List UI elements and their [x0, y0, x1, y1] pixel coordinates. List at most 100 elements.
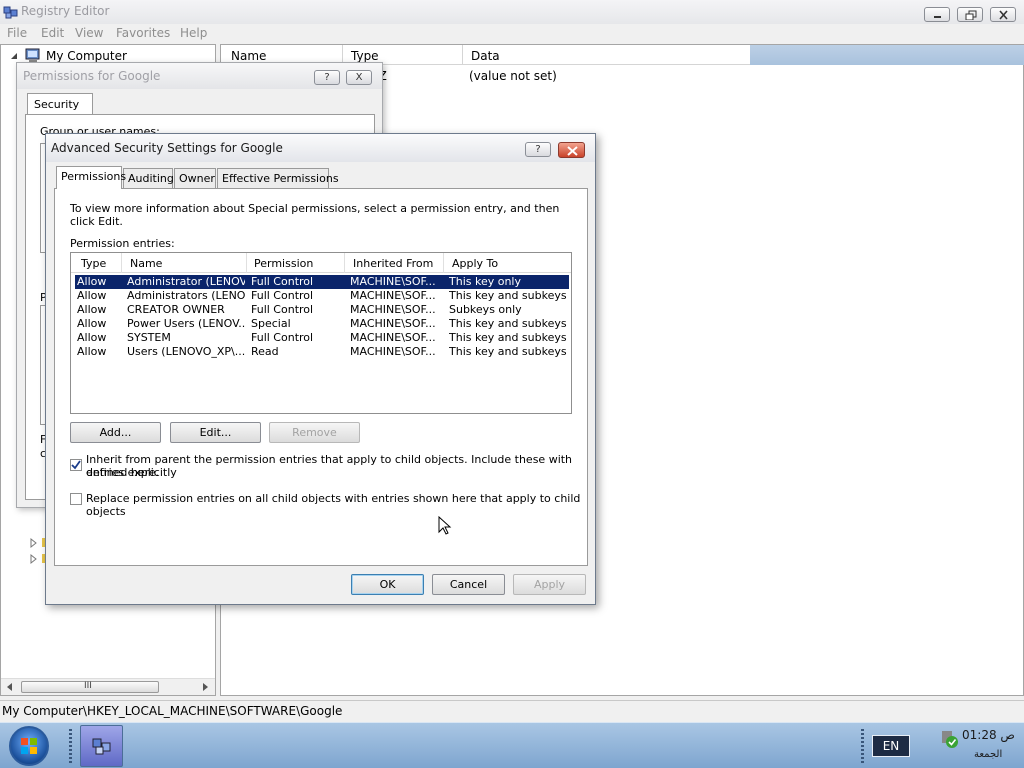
taskbar-separator[interactable] — [69, 729, 72, 763]
header-highlight-band — [750, 45, 1024, 65]
entry-permission: Full Control — [251, 331, 314, 344]
tab-permissions[interactable]: Permissions — [56, 166, 126, 189]
table-row[interactable]: Allow SYSTEM Full Control MACHINE\SOF...… — [75, 331, 569, 345]
status-bar: My Computer\HKEY_LOCAL_MACHINE\SOFTWARE\… — [0, 700, 1024, 722]
entry-inherited-from: MACHINE\SOF... — [350, 317, 436, 330]
entry-apply-to: This key and subkeys — [449, 345, 567, 358]
entry-permission: Full Control — [251, 289, 314, 302]
replace-checkbox[interactable] — [70, 493, 82, 505]
column-apply-to[interactable]: Apply To — [452, 257, 498, 270]
entry-name: Administrators (LENO... — [127, 289, 245, 302]
taskbar-separator[interactable] — [861, 729, 864, 763]
entry-type: Allow — [77, 275, 107, 288]
menu-favorites[interactable]: Favorites — [116, 26, 170, 40]
clock-time[interactable]: 01:28 ص — [962, 728, 1015, 742]
scroll-thumb[interactable]: III — [21, 681, 159, 693]
permissions-title: Permissions for Google — [23, 69, 161, 83]
table-row[interactable]: Allow Users (LENOVO_XP\... Read MACHINE\… — [75, 345, 569, 359]
tab-effective-permissions[interactable]: Effective Permissions — [217, 168, 339, 188]
entry-permission: Special — [251, 317, 291, 330]
tab-owner[interactable]: Owner — [174, 168, 216, 188]
column-type[interactable]: Type — [351, 49, 379, 63]
restore-button[interactable] — [957, 7, 983, 22]
menu-view[interactable]: View — [75, 26, 103, 40]
menu-edit[interactable]: Edit — [41, 26, 64, 40]
inherit-checkbox-label-line1[interactable]: Inherit from parent the permission entri… — [86, 453, 587, 479]
advanced-title: Advanced Security Settings for Google — [51, 141, 283, 155]
language-indicator[interactable]: EN — [872, 735, 910, 757]
advanced-help-button[interactable]: ? — [525, 142, 551, 157]
permissions-title-bar[interactable]: Permissions for Google ? X — [17, 63, 382, 89]
apply-button[interactable]: Apply — [513, 574, 586, 595]
entry-permission: Full Control — [251, 303, 314, 316]
registry-title: Registry Editor — [21, 4, 110, 18]
scroll-left-icon[interactable] — [6, 683, 14, 691]
entry-apply-to: This key and subkeys — [449, 317, 567, 330]
ok-button[interactable]: OK — [351, 574, 424, 595]
windows-logo-icon — [21, 738, 37, 754]
registry-app-icon — [3, 6, 18, 19]
entry-name: CREATOR OWNER — [127, 303, 225, 316]
inherit-checkbox-label-line2[interactable]: defined here. — [86, 466, 159, 479]
entry-permission: Read — [251, 345, 279, 358]
tab-security[interactable]: Security — [27, 93, 93, 115]
close-icon — [567, 146, 578, 156]
scroll-thumb-grip: III — [84, 681, 92, 691]
table-row[interactable]: Allow Power Users (LENOV... Special MACH… — [75, 317, 569, 331]
edit-button[interactable]: Edit... — [170, 422, 261, 443]
value-data-cell[interactable]: (value not set) — [469, 69, 557, 83]
add-button[interactable]: Add... — [70, 422, 161, 443]
column-data[interactable]: Data — [471, 49, 500, 63]
minimize-button[interactable] — [924, 7, 950, 22]
column-name[interactable]: Name — [231, 49, 266, 63]
table-row[interactable]: Allow Administrator (LENOV... Full Contr… — [75, 275, 569, 289]
cancel-button[interactable]: Cancel — [432, 574, 505, 595]
entry-apply-to: Subkeys only — [449, 303, 522, 316]
column-separator[interactable] — [443, 253, 444, 273]
tree-root-label: My Computer — [46, 49, 127, 63]
permissions-close-button[interactable]: X — [346, 70, 372, 85]
scroll-right-icon[interactable] — [202, 683, 210, 691]
taskbar: EN 01:28 ص الجمعة — [0, 722, 1024, 768]
column-separator[interactable] — [462, 45, 463, 65]
checkmark-icon — [71, 460, 81, 470]
column-type[interactable]: Type — [81, 257, 106, 270]
column-inherited-from[interactable]: Inherited From — [353, 257, 433, 270]
remove-button[interactable]: Remove — [269, 422, 360, 443]
advanced-close-button[interactable] — [558, 142, 585, 158]
column-separator[interactable] — [246, 253, 247, 273]
entry-name: SYSTEM — [127, 331, 171, 344]
entry-apply-to: This key and subkeys — [449, 289, 567, 302]
table-row[interactable]: Allow CREATOR OWNER Full Control MACHINE… — [75, 303, 569, 317]
menu-file[interactable]: File — [7, 26, 27, 40]
permissions-help-button[interactable]: ? — [314, 70, 340, 85]
status-path: My Computer\HKEY_LOCAL_MACHINE\SOFTWARE\… — [2, 704, 343, 718]
permission-entries-list[interactable]: Type Name Permission Inherited From Appl… — [70, 252, 572, 414]
column-permission[interactable]: Permission — [254, 257, 313, 270]
column-separator[interactable] — [121, 253, 122, 273]
collapse-arrow-icon — [11, 53, 17, 59]
entry-inherited-from: MACHINE\SOF... — [350, 289, 436, 302]
clock-day: الجمعة — [974, 749, 1003, 760]
entry-inherited-from: MACHINE\SOF... — [350, 345, 436, 358]
entry-apply-to: This key and subkeys — [449, 331, 567, 344]
column-name[interactable]: Name — [130, 257, 162, 270]
menu-help[interactable]: Help — [180, 26, 207, 40]
mouse-cursor-icon — [438, 516, 452, 535]
column-separator[interactable] — [344, 253, 345, 273]
entry-type: Allow — [77, 303, 107, 316]
entry-name: Users (LENOVO_XP\... — [127, 345, 245, 358]
replace-checkbox-label[interactable]: Replace permission entries on all child … — [86, 492, 587, 518]
inherit-checkbox[interactable] — [70, 459, 82, 471]
table-row[interactable]: Allow Administrators (LENO... Full Contr… — [75, 289, 569, 303]
registry-title-bar[interactable]: Registry Editor — [0, 0, 1024, 24]
taskbar-registry-button[interactable] — [80, 725, 123, 767]
tree-horizontal-scrollbar[interactable]: III — [1, 678, 215, 695]
entry-inherited-from: MACHINE\SOF... — [350, 303, 436, 316]
start-button[interactable] — [9, 726, 49, 766]
security-shield-icon[interactable] — [940, 729, 960, 749]
restore-icon — [965, 10, 977, 20]
tab-auditing[interactable]: Auditing — [123, 168, 174, 188]
close-window-button[interactable] — [990, 7, 1016, 22]
advanced-title-bar[interactable]: Advanced Security Settings for Google ? — [46, 134, 595, 162]
